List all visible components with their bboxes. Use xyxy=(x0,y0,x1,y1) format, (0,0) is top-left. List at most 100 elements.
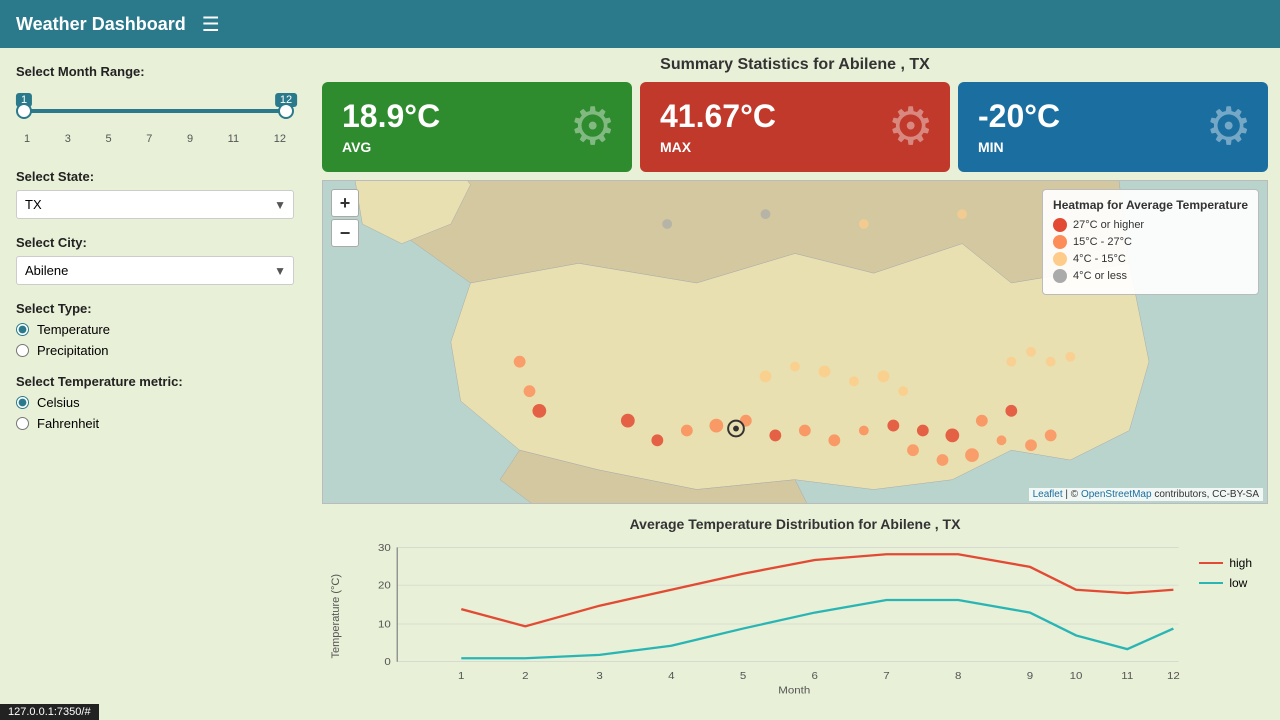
svg-text:3: 3 xyxy=(596,670,602,681)
metric-label: Select Temperature metric: xyxy=(16,374,294,389)
type-precipitation-radio[interactable] xyxy=(16,344,29,357)
legend-item-mid-low: 4°C - 15°C xyxy=(1053,252,1248,266)
chart-legend: high low xyxy=(1191,536,1260,590)
summary-section: Summary Statistics for Abilene , TX 18.9… xyxy=(322,56,1268,172)
legend-label-high: 27°C or higher xyxy=(1073,219,1144,231)
app-title: Weather Dashboard xyxy=(16,14,186,35)
legend-item-low: 4°C or less xyxy=(1053,269,1248,283)
metric-fahrenheit-radio[interactable] xyxy=(16,417,29,430)
map-legend: Heatmap for Average Temperature 27°C or … xyxy=(1042,189,1259,295)
range-thumb-left[interactable] xyxy=(16,103,32,119)
type-group: Select Type: Temperature Precipitation xyxy=(16,301,294,358)
legend-color-high xyxy=(1053,218,1067,232)
max-card: 41.67°C MAX ⚙ xyxy=(640,82,950,172)
type-label: Select Type: xyxy=(16,301,294,316)
status-url: 127.0.0.1:7350/# xyxy=(8,706,91,718)
svg-text:20: 20 xyxy=(378,580,391,591)
main-layout: Select Month Range: 1 12 xyxy=(0,48,1280,720)
metric-radio-group: Celsius Fahrenheit xyxy=(16,395,294,431)
svg-text:6: 6 xyxy=(812,670,818,681)
legend-color-low xyxy=(1053,269,1067,283)
low-legend-label: low xyxy=(1229,576,1247,590)
svg-text:30: 30 xyxy=(378,542,391,553)
svg-text:11: 11 xyxy=(1121,670,1133,681)
chart-area: 30 20 10 0 1 2 3 4 5 6 7 8 9 10 xyxy=(346,536,1191,696)
city-select-wrapper: Abilene Austin Dallas Houston San Antoni… xyxy=(16,256,294,285)
svg-text:8: 8 xyxy=(955,670,961,681)
svg-text:10: 10 xyxy=(378,619,391,630)
status-bar: 127.0.0.1:7350/# xyxy=(0,704,99,720)
chart-title: Average Temperature Distribution for Abi… xyxy=(322,512,1268,532)
zoom-in-button[interactable]: + xyxy=(331,189,359,217)
state-label: Select State: xyxy=(16,169,294,184)
legend-label-low: 4°C or less xyxy=(1073,270,1127,282)
metric-celsius[interactable]: Celsius xyxy=(16,395,294,410)
summary-title: Summary Statistics for Abilene , TX xyxy=(322,56,1268,74)
legend-low: low xyxy=(1199,576,1252,590)
header: Weather Dashboard ☰ xyxy=(0,0,1280,48)
avg-card: 18.9°C AVG ⚙ xyxy=(322,82,632,172)
type-temperature-radio[interactable] xyxy=(16,323,29,336)
svg-text:Month: Month xyxy=(778,685,810,696)
type-temperature[interactable]: Temperature xyxy=(16,322,294,337)
min-card: -20°C MIN ⚙ xyxy=(958,82,1268,172)
svg-text:5: 5 xyxy=(740,670,746,681)
high-legend-label: high xyxy=(1229,556,1252,570)
chart-section: Average Temperature Distribution for Abi… xyxy=(322,512,1268,712)
legend-high: high xyxy=(1199,556,1252,570)
svg-text:10: 10 xyxy=(1070,670,1083,681)
legend-color-mid-high xyxy=(1053,235,1067,249)
map-controls: + − xyxy=(331,189,359,247)
metric-group: Select Temperature metric: Celsius Fahre… xyxy=(16,374,294,431)
month-range-group: Select Month Range: 1 12 xyxy=(16,64,294,153)
min-icon: ⚙ xyxy=(1205,97,1252,157)
menu-icon[interactable]: ☰ xyxy=(202,12,220,37)
legend-item-mid-high: 15°C - 27°C xyxy=(1053,235,1248,249)
metric-fahrenheit[interactable]: Fahrenheit xyxy=(16,416,294,431)
type-precipitation[interactable]: Precipitation xyxy=(16,343,294,358)
osm-link[interactable]: OpenStreetMap xyxy=(1081,489,1152,500)
max-icon: ⚙ xyxy=(887,97,934,157)
zoom-out-button[interactable]: − xyxy=(331,219,359,247)
chart-svg: 30 20 10 0 1 2 3 4 5 6 7 8 9 10 xyxy=(346,536,1191,696)
city-label: Select City: xyxy=(16,235,294,250)
month-range-container: 1 12 135791112 xyxy=(16,85,294,153)
range-ticks: 135791112 xyxy=(24,133,286,145)
low-line xyxy=(461,600,1173,658)
map-attribution: Leaflet | © OpenStreetMap contributors, … xyxy=(1029,488,1263,501)
metric-celsius-label: Celsius xyxy=(37,395,80,410)
metric-celsius-radio[interactable] xyxy=(16,396,29,409)
legend-color-mid-low xyxy=(1053,252,1067,266)
city-select[interactable]: Abilene Austin Dallas Houston San Antoni… xyxy=(16,256,294,285)
city-group: Select City: Abilene Austin Dallas Houst… xyxy=(16,235,294,285)
high-legend-line xyxy=(1199,562,1223,564)
content: Summary Statistics for Abilene , TX 18.9… xyxy=(310,48,1280,720)
type-temperature-label: Temperature xyxy=(37,322,110,337)
range-thumb-right[interactable] xyxy=(278,103,294,119)
svg-text:7: 7 xyxy=(883,670,889,681)
svg-text:2: 2 xyxy=(522,670,528,681)
leaflet-link[interactable]: Leaflet xyxy=(1033,489,1063,500)
state-select-wrapper: TX CA NY FL IL OH ▼ xyxy=(16,190,294,219)
sidebar: Select Month Range: 1 12 xyxy=(0,48,310,720)
legend-item-high: 27°C or higher xyxy=(1053,218,1248,232)
legend-label-mid-high: 15°C - 27°C xyxy=(1073,236,1132,248)
state-select[interactable]: TX CA NY FL IL OH xyxy=(16,190,294,219)
svg-text:12: 12 xyxy=(1167,670,1180,681)
type-radio-group: Temperature Precipitation xyxy=(16,322,294,358)
svg-text:9: 9 xyxy=(1027,670,1033,681)
y-axis-label: Temperature (°C) xyxy=(330,574,342,658)
low-legend-line xyxy=(1199,582,1223,584)
metric-fahrenheit-label: Fahrenheit xyxy=(37,416,99,431)
chart-wrapper: Temperature (°C) 30 20 10 0 1 xyxy=(322,536,1268,696)
svg-text:0: 0 xyxy=(384,657,390,668)
high-line xyxy=(461,554,1173,626)
map-section: + − xyxy=(322,180,1268,504)
cards-row: 18.9°C AVG ⚙ 41.67°C MAX ⚙ -20°C MIN ⚙ xyxy=(322,82,1268,172)
svg-text:4: 4 xyxy=(668,670,674,681)
avg-icon: ⚙ xyxy=(569,97,616,157)
svg-text:1: 1 xyxy=(458,670,464,681)
type-precipitation-label: Precipitation xyxy=(37,343,109,358)
legend-title: Heatmap for Average Temperature xyxy=(1053,198,1248,212)
legend-label-mid-low: 4°C - 15°C xyxy=(1073,253,1126,265)
